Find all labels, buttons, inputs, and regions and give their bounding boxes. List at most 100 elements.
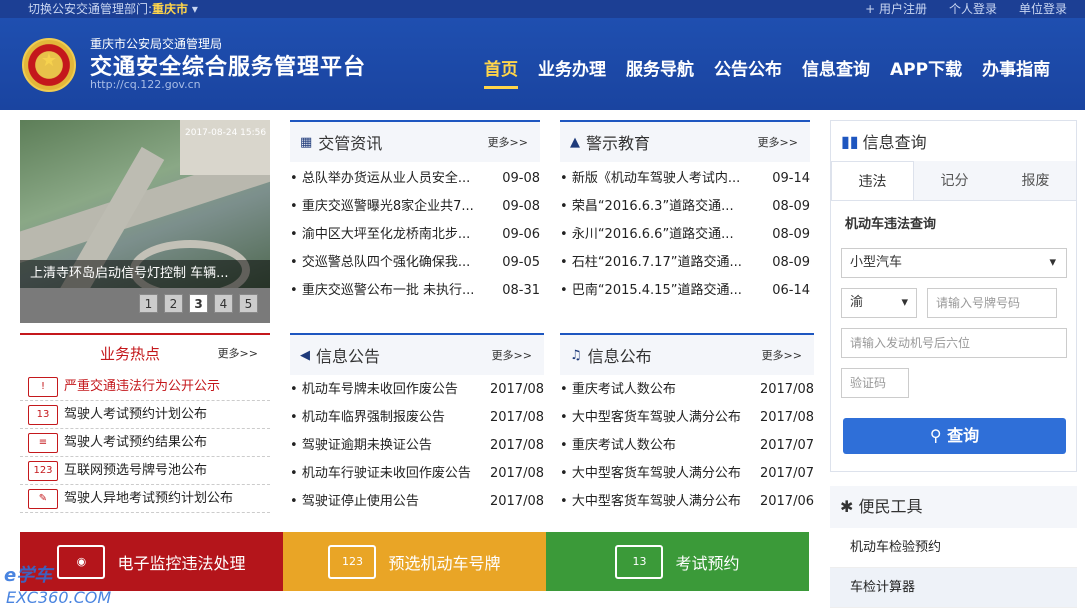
search-icon: ⚲	[929, 426, 948, 445]
item-title: 大中型客货车驾驶人满分公布	[560, 460, 741, 488]
news-carousel[interactable]: 2017-08-24 15:56 上清寺环岛启动信号灯控制 车辆... 1 2 …	[20, 120, 270, 323]
list-item[interactable]: 重庆交巡警曝光8家企业共7... 09-08	[290, 193, 540, 221]
photo-timestamp: 2017-08-24 15:56	[185, 128, 267, 138]
query-section-label: 机动车违法查询	[845, 217, 937, 232]
engine-number-input[interactable]: 请输入发动机号后六位	[841, 328, 1067, 358]
item-date: 09-14	[772, 171, 810, 186]
tile-exam-booking[interactable]: 13 考试预约	[546, 532, 809, 591]
list-item[interactable]: 机动车行驶证未收回作废公告 2017/08	[290, 460, 544, 488]
vehicle-type-select[interactable]: 小型汽车 ▾	[841, 248, 1067, 278]
more-link[interactable]: 更多>>	[762, 347, 802, 363]
panel-header: ♫ 信息公布 更多>>	[560, 333, 814, 375]
list-item[interactable]: 重庆交巡警公布一批 未执行... 08-31	[290, 277, 540, 305]
item-title: 大中型客货车驾驶人满分公布	[560, 488, 741, 516]
top-bar: 切换公安交通管理部门:重庆市 ▾ + 用户注册 个人登录 单位登录	[0, 0, 1085, 18]
publish-list: 重庆考试人数公布 2017/08 大中型客货车驾驶人满分公布 2017/08 重庆考…	[560, 375, 814, 516]
account-links: + 用户注册 个人登录 单位登录	[865, 0, 1067, 18]
list-item[interactable]: 交巡警总队四个强化确保我... 09-05	[290, 249, 540, 277]
item-date: 2017/07	[759, 466, 814, 481]
carousel-page-4[interactable]: 4	[214, 294, 233, 313]
nav-home[interactable]: 首页	[484, 55, 518, 89]
item-title: 荣昌“2016.6.3”道路交通...	[560, 193, 734, 221]
list-item[interactable]: 13 驾驶人考试预约计划公布	[20, 401, 270, 429]
plate-icon: 123	[28, 460, 58, 481]
current-city[interactable]: 重庆市	[152, 2, 188, 16]
tool-inspection-calculator[interactable]: 车检计算器	[830, 568, 1077, 608]
carousel-page-1[interactable]: 1	[139, 294, 158, 313]
list-item[interactable]: 总队举办货运从业人员安全... 09-08	[290, 165, 540, 193]
tile-plate-preselect[interactable]: 123 预选机动车号牌	[283, 532, 546, 591]
site-title[interactable]: 交通安全综合服务管理平台	[90, 49, 366, 81]
site-url: http://cq.122.gov.cn	[90, 78, 201, 91]
calendar-icon: 13	[615, 544, 664, 579]
list-item[interactable]: ≡ 驾驶人考试预约结果公布	[20, 429, 270, 457]
item-title: 交巡警总队四个强化确保我...	[290, 249, 470, 277]
list-item[interactable]: 石柱“2016.7.17”道路交通... 08-09	[560, 249, 810, 277]
item-date: 08-09	[772, 199, 810, 214]
nav-guide[interactable]: 办事指南	[982, 55, 1050, 89]
carousel-page-3[interactable]: 3	[189, 294, 208, 313]
list-item[interactable]: 驾驶证停止使用公告 2017/08	[290, 488, 544, 516]
list-item[interactable]: ✎ 驾驶人异地考试预约计划公布	[20, 485, 270, 513]
carousel-page-2[interactable]: 2	[164, 294, 183, 313]
tile-electronic-violation[interactable]: ◉ 电子监控违法处理	[20, 532, 283, 591]
hot-more-link[interactable]: 更多>>	[218, 335, 258, 373]
list-item[interactable]: 机动车号牌未收回作废公告 2017/08	[290, 376, 544, 404]
query-header: ▮▮ 信息查询	[831, 121, 1076, 161]
item-date: 09-06	[502, 227, 540, 242]
query-title: 信息查询	[862, 133, 927, 152]
list-item[interactable]: 渝中区大坪至化龙桥南北步... 09-06	[290, 221, 540, 249]
more-link[interactable]: 更多>>	[492, 347, 532, 363]
edit-icon: ✎	[28, 488, 58, 509]
list-item[interactable]: 重庆考试人数公布 2017/07	[560, 432, 814, 460]
more-link[interactable]: 更多>>	[758, 134, 798, 150]
list-item[interactable]: 大中型客货车驾驶人满分公布 2017/06	[560, 488, 814, 516]
camera-icon: ◉	[57, 544, 106, 579]
warning-list: 新版《机动车驾驶人考试内... 09-14 荣昌“2016.6.3”道路交通...…	[560, 162, 810, 305]
province-select[interactable]: 渝 ▾	[841, 288, 917, 318]
panel-title: 信息公布	[587, 347, 652, 366]
tab-scrap[interactable]: 报废	[995, 161, 1076, 200]
list-icon: ≡	[28, 432, 58, 453]
calendar-icon: 13	[28, 404, 58, 425]
item-title: 永川“2016.6.6”道路交通...	[560, 221, 734, 249]
nav-app-download[interactable]: APP下载	[890, 55, 962, 89]
personal-login-link[interactable]: 个人登录	[949, 0, 997, 18]
list-item[interactable]: 机动车临界强制报废公告 2017/08	[290, 404, 544, 432]
tab-violation[interactable]: 违法	[831, 161, 914, 200]
item-title: 重庆考试人数公布	[560, 376, 676, 404]
item-title: 驾驶证停止使用公告	[290, 488, 419, 516]
carousel-pager: 1 2 3 4 5	[20, 288, 270, 323]
plate-number-input[interactable]: 请输入号牌号码	[927, 288, 1057, 318]
company-login-link[interactable]: 单位登录	[1019, 0, 1067, 18]
captcha-input[interactable]: 验证码	[841, 368, 909, 398]
nav-announcements[interactable]: 公告公布	[714, 55, 782, 89]
list-item[interactable]: 重庆考试人数公布 2017/08	[560, 376, 814, 404]
site-header: ★ 重庆市公安局交通管理局 交通安全综合服务管理平台 http://cq.122…	[0, 18, 1085, 110]
item-title: 大中型客货车驾驶人满分公布	[560, 404, 741, 432]
more-link[interactable]: 更多>>	[488, 134, 528, 150]
nav-service-guide[interactable]: 服务导航	[626, 55, 694, 89]
list-item[interactable]: 大中型客货车驾驶人满分公布 2017/07	[560, 460, 814, 488]
list-item[interactable]: ! 严重交通违法行为公开公示	[20, 373, 270, 401]
list-item[interactable]: 永川“2016.6.6”道路交通... 08-09	[560, 221, 810, 249]
item-date: 2017/06	[759, 494, 814, 509]
department-switch[interactable]: 切换公安交通管理部门:重庆市 ▾	[28, 0, 198, 18]
carousel-page-5[interactable]: 5	[239, 294, 258, 313]
list-item[interactable]: 大中型客货车驾驶人满分公布 2017/08	[560, 404, 814, 432]
tool-inspection-booking[interactable]: 机动车检验预约	[830, 528, 1077, 568]
list-item[interactable]: 新版《机动车驾驶人考试内... 09-14	[560, 165, 810, 193]
nav-info-query[interactable]: 信息查询	[802, 55, 870, 89]
list-item[interactable]: 荣昌“2016.6.3”道路交通... 08-09	[560, 193, 810, 221]
list-item[interactable]: 巴南“2015.4.15”道路交通... 06-14	[560, 277, 810, 305]
carousel-caption[interactable]: 上清寺环岛启动信号灯控制 车辆...	[20, 260, 270, 288]
tile-label: 预选机动车号牌	[388, 553, 501, 573]
list-item[interactable]: 驾驶证逾期未换证公告 2017/08	[290, 432, 544, 460]
main-nav: 首页 业务办理 服务导航 公告公布 信息查询 APP下载 办事指南	[484, 55, 1050, 89]
register-link[interactable]: + 用户注册	[865, 0, 927, 18]
nav-business[interactable]: 业务办理	[538, 55, 606, 89]
panel-header: ◀ 信息公告 更多>>	[290, 333, 544, 375]
list-item[interactable]: 123 互联网预选号牌号池公布	[20, 457, 270, 485]
tab-points[interactable]: 记分	[914, 161, 995, 200]
query-button[interactable]: ⚲ 查询	[843, 418, 1066, 454]
